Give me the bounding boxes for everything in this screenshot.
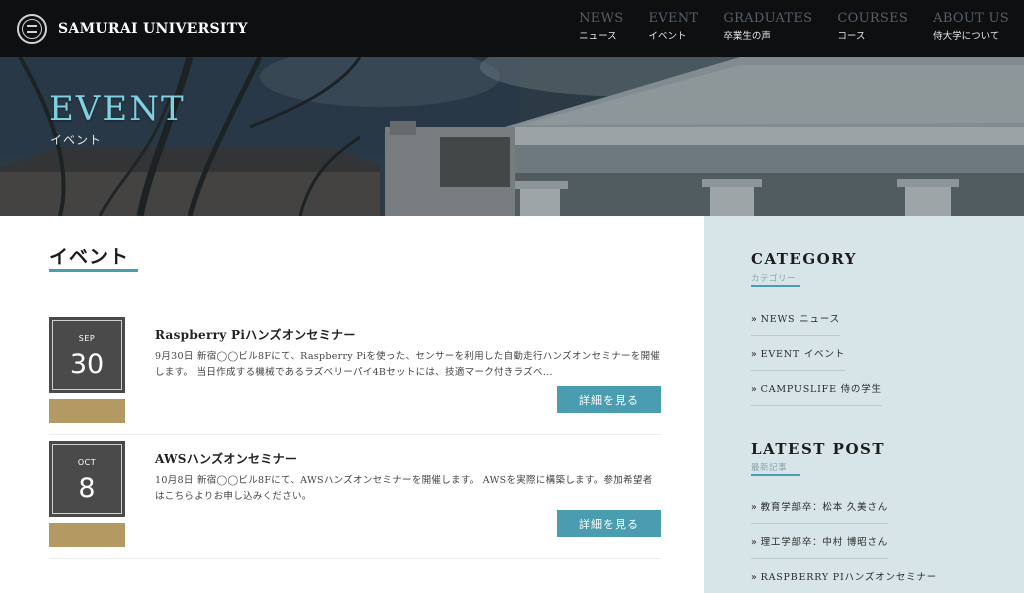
sidebar: CATEGORY カテゴリー » NEWS ニュース » EVENT イベント » C…: [704, 216, 1024, 593]
chevron-right-icon: »: [751, 572, 758, 583]
event-date-badge: OCT 8: [49, 441, 125, 517]
site-name: SAMURAI UNIVERSITY: [58, 20, 248, 37]
event-day: 8: [78, 473, 96, 504]
event-date-badge: SEP 30: [49, 317, 125, 393]
nav-label-en: NEWS: [579, 11, 624, 26]
chevron-right-icon: »: [751, 314, 758, 325]
nav-label-jp: 侍大学について: [933, 31, 1000, 42]
chevron-right-icon: »: [751, 502, 758, 513]
nav-item-event[interactable]: EVENT イベント: [648, 11, 698, 44]
nav-item-about-us[interactable]: ABOUT US 侍大学について: [933, 11, 1009, 44]
event-excerpt: 10月8日 新宿◯◯ビル8Fにて、AWSハンズオンセミナーを開催します。 AWS…: [155, 475, 653, 502]
event-detail-button[interactable]: 詳細を見る: [557, 510, 661, 537]
sidebar-item-campuslife[interactable]: » CAMPUSLIFE 侍の学生: [751, 381, 882, 406]
event-month: OCT: [77, 458, 97, 467]
nav-label-jp: ニュース: [579, 31, 617, 42]
hero-title: EVENT: [49, 89, 186, 129]
sidebar-item-label: NEWS ニュース: [760, 314, 840, 325]
sidebar-item-label: EVENT イベント: [760, 349, 846, 360]
latest-post-underline: [751, 474, 800, 476]
event-list-section: イベント SEP 30 Raspberry Piハンズオンセミナー 9月30日 …: [0, 216, 704, 593]
site-logo[interactable]: SAMURAI UNIVERSITY: [17, 13, 248, 44]
event-title[interactable]: Raspberry Piハンズオンセミナー: [155, 326, 356, 343]
category-underline: [751, 285, 800, 287]
campus-building-image: [0, 57, 1024, 216]
site-header: SAMURAI UNIVERSITY NEWS ニュース EVENT イベント …: [0, 0, 1024, 57]
event-date-bar: [49, 399, 125, 423]
event-day: 30: [69, 349, 105, 380]
chevron-right-icon: »: [751, 349, 758, 360]
nav-item-courses[interactable]: COURSES コース: [837, 11, 908, 44]
event-card: OCT 8 AWSハンズオンセミナー 10月8日 新宿◯◯ビル8Fにて、AWSハ…: [49, 441, 661, 559]
hero-banner: EVENT イベント: [0, 57, 1024, 216]
nav-label-en: COURSES: [837, 11, 909, 26]
page-title: イベント: [49, 246, 130, 268]
title-underline: [49, 269, 138, 272]
latest-post-label: RASPBERRY PIハンズオンセミナー: [760, 572, 938, 583]
chevron-right-icon: »: [751, 537, 758, 548]
latest-post-label: 教育学部卒：松本 久美さん: [760, 502, 889, 513]
latest-post-item[interactable]: » 教育学部卒：松本 久美さん: [751, 499, 889, 524]
university-emblem-icon: [17, 13, 47, 44]
sidebar-item-news[interactable]: » NEWS ニュース: [751, 311, 840, 336]
latest-post-subheading: 最新記事: [751, 463, 788, 473]
category-heading: CATEGORY: [751, 250, 857, 268]
event-month: SEP: [78, 334, 96, 343]
chevron-right-icon: »: [751, 384, 758, 395]
event-excerpt: 9月30日 新宿◯◯ビル8Fにて、Raspberry Piを使った、センサーを利…: [155, 351, 661, 378]
latest-post-label: 理工学部卒：中村 博昭さん: [760, 537, 889, 548]
category-subheading: カテゴリー: [751, 274, 797, 284]
nav-label-jp: 卒業生の声: [723, 31, 771, 42]
nav-label-en: EVENT: [648, 11, 699, 26]
event-card: SEP 30 Raspberry Piハンズオンセミナー 9月30日 新宿◯◯ビ…: [49, 317, 661, 435]
hero-subtitle: イベント: [50, 133, 103, 147]
event-title[interactable]: AWSハンズオンセミナー: [155, 450, 297, 467]
latest-post-item[interactable]: » RASPBERRY PIハンズオンセミナー: [751, 569, 937, 593]
nav-label-en: GRADUATES: [723, 11, 813, 26]
sidebar-item-label: CAMPUSLIFE 侍の学生: [760, 384, 882, 395]
latest-post-item[interactable]: » 理工学部卒：中村 博昭さん: [751, 534, 889, 559]
nav-label-jp: コース: [837, 31, 866, 42]
sidebar-item-event[interactable]: » EVENT イベント: [751, 346, 846, 371]
nav-label-jp: イベント: [648, 31, 687, 42]
latest-post-heading: LATEST POST: [751, 440, 886, 458]
main-nav: NEWS ニュース EVENT イベント GRADUATES 卒業生の声 COU…: [554, 11, 1009, 44]
event-detail-button[interactable]: 詳細を見る: [557, 386, 661, 413]
nav-label-en: ABOUT US: [933, 11, 1009, 26]
nav-item-graduates[interactable]: GRADUATES 卒業生の声: [723, 11, 812, 44]
event-date-bar: [49, 523, 125, 547]
nav-item-news[interactable]: NEWS ニュース: [579, 11, 623, 44]
